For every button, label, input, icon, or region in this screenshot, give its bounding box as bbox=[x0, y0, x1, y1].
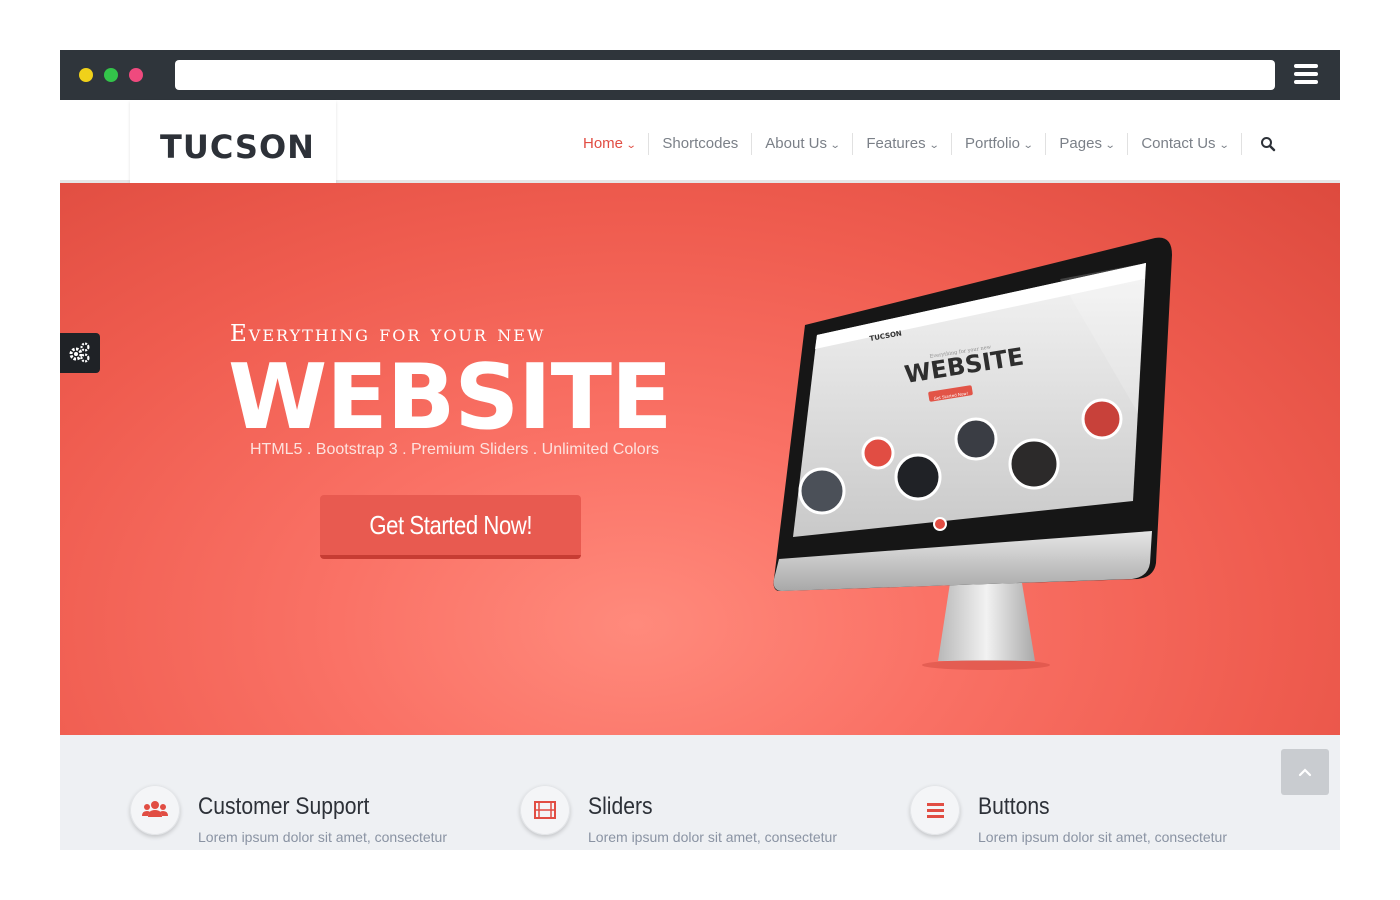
chevron-up-icon bbox=[1298, 768, 1312, 777]
hero-title: WEBSITE bbox=[228, 345, 673, 450]
feature-icon-badge bbox=[520, 785, 570, 835]
feature-icon-badge bbox=[910, 785, 960, 835]
chevron-down-icon: ⌄ bbox=[928, 140, 940, 151]
minimize-dot[interactable] bbox=[79, 68, 93, 82]
nav-item-shortcodes[interactable]: Shortcodes bbox=[649, 133, 753, 155]
main-nav: Home ⌄ Shortcodes About Us ⌄ Features ⌄ Por… bbox=[570, 132, 1276, 156]
feature-text: Lorem ipsum dolor sit amet, consectetur bbox=[978, 829, 1227, 845]
hamburger-icon[interactable] bbox=[1294, 64, 1320, 86]
get-started-button[interactable]: Get Started Now! bbox=[320, 495, 581, 559]
nav-item-about-us[interactable]: About Us ⌄ bbox=[752, 133, 854, 155]
feature-title: Customer Support bbox=[198, 793, 370, 820]
feature-icon-badge bbox=[130, 785, 180, 835]
feature-title: Buttons bbox=[978, 793, 1050, 820]
nav-item-pages[interactable]: Pages ⌄ bbox=[1046, 133, 1129, 155]
chevron-down-icon: ⌄ bbox=[1104, 140, 1116, 151]
hero-subtitle: HTML5 . Bootstrap 3 . Premium Sliders . … bbox=[250, 441, 660, 458]
feature-text: Lorem ipsum dolor sit amet, consectetur bbox=[198, 829, 447, 845]
monitor-stand bbox=[938, 583, 1035, 661]
bars-icon bbox=[927, 803, 944, 818]
monitor-illustration: TUCSON Everything for your new WEBSITE G… bbox=[773, 237, 1172, 670]
chevron-down-icon: ⌄ bbox=[1218, 140, 1230, 151]
back-to-top-button[interactable] bbox=[1281, 749, 1329, 795]
browser-window: TUCSON Home ⌄ Shortcodes About Us ⌄ Featur… bbox=[60, 50, 1340, 850]
gears-icon bbox=[69, 342, 90, 363]
address-bar[interactable] bbox=[175, 60, 1275, 90]
search-icon[interactable] bbox=[1260, 136, 1276, 152]
maximize-dot[interactable] bbox=[104, 68, 118, 82]
chevron-down-icon: ⌄ bbox=[1022, 140, 1034, 151]
site-logo[interactable]: TUCSON bbox=[160, 128, 315, 166]
browser-toolbar bbox=[60, 50, 1340, 100]
nav-item-contact-us[interactable]: Contact Us ⌄ bbox=[1128, 133, 1242, 155]
feature-title: Sliders bbox=[588, 793, 653, 820]
nav-item-features[interactable]: Features ⌄ bbox=[853, 133, 952, 155]
film-icon bbox=[534, 801, 556, 819]
style-switcher-toggle[interactable] bbox=[60, 333, 100, 373]
users-icon bbox=[142, 801, 168, 817]
nav-item-home[interactable]: Home ⌄ bbox=[570, 133, 650, 155]
close-dot[interactable] bbox=[129, 68, 143, 82]
chevron-down-icon: ⌄ bbox=[829, 140, 841, 151]
features-section: Customer Support Lorem ipsum dolor sit a… bbox=[60, 735, 1340, 850]
chevron-down-icon: ⌄ bbox=[625, 140, 637, 151]
hero-slider: Everything for your new WEBSITE HTML5 . … bbox=[60, 183, 1340, 735]
feature-text: Lorem ipsum dolor sit amet, consectetur bbox=[588, 829, 837, 845]
nav-item-portfolio[interactable]: Portfolio ⌄ bbox=[952, 133, 1047, 155]
